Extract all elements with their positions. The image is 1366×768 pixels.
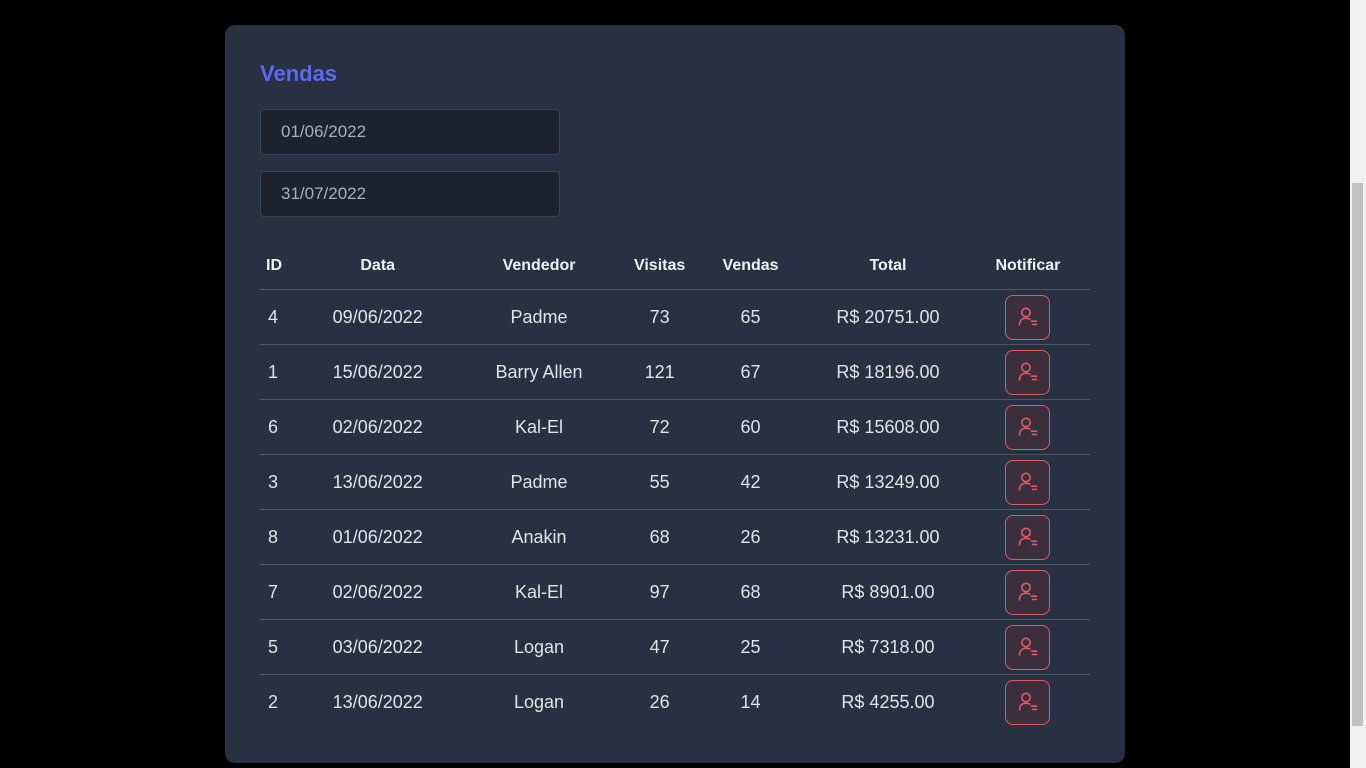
cell-vendedor: Anakin [449, 509, 629, 565]
header-vendas: Vendas [691, 242, 811, 290]
cell-vendas: 60 [691, 399, 811, 455]
cell-vendedor: Padme [449, 289, 629, 345]
cell-id: 2 [268, 691, 279, 712]
cell-notificar [966, 675, 1090, 730]
cell-data: 15/06/2022 [305, 344, 450, 400]
notify-button[interactable] [1005, 294, 1051, 340]
cell-id: 5 [260, 619, 306, 675]
cell-id: 7 [260, 564, 306, 620]
cell-visitas: 26 [649, 691, 670, 712]
cell-data: 03/06/2022 [305, 619, 450, 675]
table-row: 4 09/06/2022 Padme 73 65 R$ 20751.00 [260, 289, 1090, 345]
sales-card: Vendas ID Data Vendedor Visitas Vendas T… [225, 25, 1125, 763]
cell-data: 13/06/2022 [332, 691, 423, 712]
cell-notificar [965, 509, 1090, 565]
header-data: Data [305, 242, 450, 290]
table-row: 3 13/06/2022 Padme 55 42 R$ 13249.00 [260, 454, 1090, 510]
cell-visitas: 73 [628, 289, 692, 345]
user-notification-icon [1018, 527, 1038, 546]
user-notification-icon [1018, 307, 1038, 326]
page-scrollbar[interactable] [1350, 0, 1366, 768]
notify-button[interactable] [1005, 679, 1051, 725]
cell-vendas: 42 [691, 454, 811, 510]
cell-id: 1 [260, 344, 306, 400]
notify-button[interactable] [1005, 404, 1051, 450]
table-row: 8 01/06/2022 Anakin 68 26 R$ 13231.00 [260, 509, 1090, 565]
notify-button[interactable] [1005, 569, 1051, 615]
header-id: ID [260, 242, 306, 290]
cell-vendas: 14 [740, 691, 761, 712]
cell-notificar [965, 619, 1090, 675]
header-visitas: Visitas [628, 242, 692, 290]
cell-id: 4 [260, 289, 306, 345]
cell-vendedor: Barry Allen [449, 344, 629, 400]
min-date-input[interactable] [260, 109, 560, 155]
cell-vendas: 25 [691, 619, 811, 675]
cell-notificar [965, 564, 1090, 620]
cell-total: R$ 15608.00 [810, 399, 966, 455]
table-row: 6 02/06/2022 Kal-El 72 60 R$ 15608.00 [260, 399, 1090, 455]
cell-data: 02/06/2022 [305, 399, 450, 455]
cell-visitas: 47 [628, 619, 692, 675]
cell-visitas: 97 [628, 564, 692, 620]
cell-vendas: 26 [691, 509, 811, 565]
page-title: Vendas [260, 61, 338, 86]
cell-data: 02/06/2022 [305, 564, 450, 620]
cell-notificar [965, 454, 1090, 510]
table-body: 4 09/06/2022 Padme 73 65 R$ 20751.00 1 1… [260, 289, 1090, 730]
cell-vendedor: Kal-El [449, 399, 629, 455]
cell-notificar [965, 399, 1090, 455]
user-notification-icon [1018, 582, 1038, 601]
cell-id: 3 [260, 454, 306, 510]
cell-data: 01/06/2022 [305, 509, 450, 565]
cell-total: R$ 4255.00 [841, 691, 935, 712]
cell-visitas: 121 [628, 344, 692, 400]
cell-total: R$ 13231.00 [810, 509, 966, 565]
page: Vendas ID Data Vendedor Visitas Vendas T… [0, 0, 1366, 768]
table-header-row: ID Data Vendedor Visitas Vendas Total No… [260, 242, 1090, 290]
cell-visitas: 72 [628, 399, 692, 455]
table-row: 7 02/06/2022 Kal-El 97 68 R$ 8901.00 [260, 564, 1090, 620]
cell-visitas: 68 [628, 509, 692, 565]
cell-vendedor: Kal-El [449, 564, 629, 620]
user-notification-icon [1018, 637, 1038, 656]
user-notification-icon [1018, 362, 1038, 381]
user-notification-icon [1018, 692, 1038, 711]
sales-table: ID Data Vendedor Visitas Vendas Total No… [260, 242, 1090, 729]
notify-button[interactable] [1005, 624, 1051, 670]
cell-total: R$ 13249.00 [810, 454, 966, 510]
cell-total: R$ 18196.00 [810, 344, 966, 400]
cell-total: R$ 8901.00 [810, 564, 966, 620]
table-row: 2 13/06/2022 Logan 26 14 R$ 4255.00 [260, 675, 1090, 730]
cell-id: 6 [260, 399, 306, 455]
header-notificar: Notificar [965, 242, 1090, 290]
max-date-input[interactable] [260, 171, 560, 217]
cell-vendedor: Logan [449, 619, 629, 675]
notify-button[interactable] [1005, 349, 1051, 395]
cell-data: 13/06/2022 [305, 454, 450, 510]
user-notification-icon [1018, 472, 1038, 491]
cell-notificar [965, 344, 1090, 400]
scrollbar-thumb[interactable] [1352, 183, 1363, 726]
cell-data: 09/06/2022 [305, 289, 450, 345]
cell-id: 8 [260, 509, 306, 565]
header-total: Total [810, 242, 966, 290]
cell-total: R$ 20751.00 [810, 289, 966, 345]
user-notification-icon [1018, 417, 1038, 436]
cell-vendas: 68 [691, 564, 811, 620]
cell-notificar [965, 289, 1090, 345]
notify-button[interactable] [1005, 459, 1051, 505]
table-row: 1 15/06/2022 Barry Allen 121 67 R$ 18196… [260, 344, 1090, 400]
cell-vendedor: Logan [513, 691, 565, 712]
notify-button[interactable] [1005, 514, 1051, 560]
cell-vendas: 65 [691, 289, 811, 345]
cell-vendas: 67 [691, 344, 811, 400]
cell-vendedor: Padme [449, 454, 629, 510]
cell-total: R$ 7318.00 [810, 619, 966, 675]
header-vendedor: Vendedor [449, 242, 629, 290]
cell-visitas: 55 [628, 454, 692, 510]
table-row: 5 03/06/2022 Logan 47 25 R$ 7318.00 [260, 619, 1090, 675]
